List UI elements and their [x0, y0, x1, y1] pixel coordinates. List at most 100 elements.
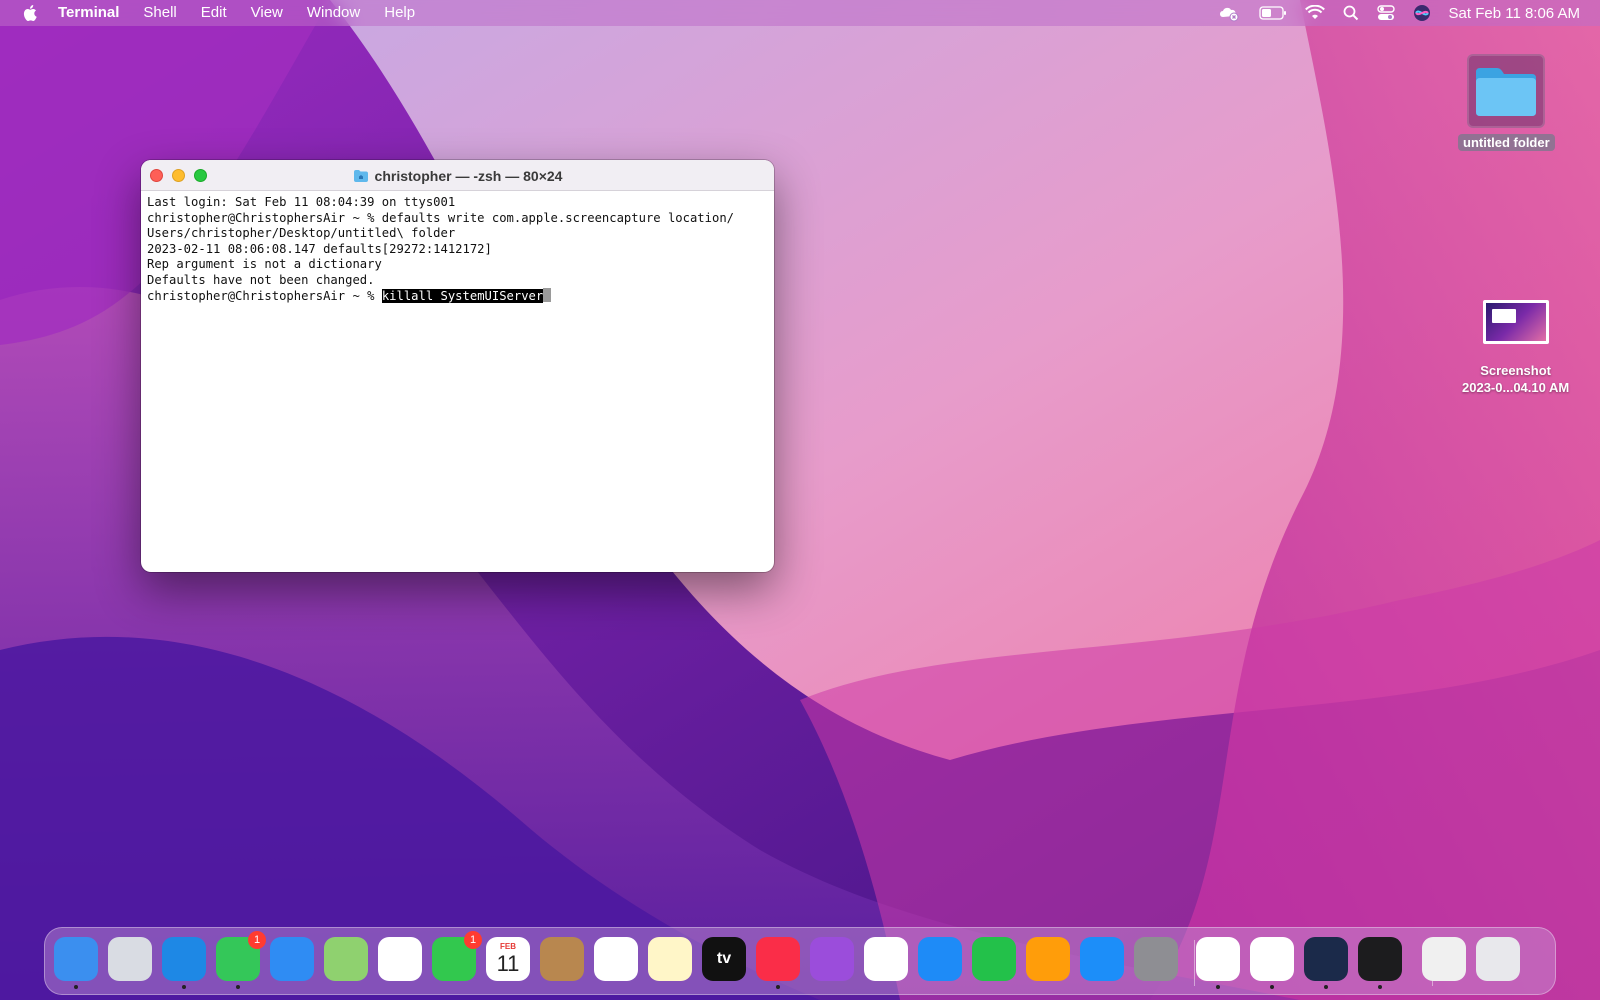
dock-app-launchpad[interactable] [108, 937, 152, 981]
terminal-prompt-line[interactable]: christopher@ChristophersAir ~ % killall … [147, 288, 768, 305]
folder-label: untitled folder [1458, 134, 1555, 151]
reminders-icon [594, 937, 638, 981]
dock-app-numbers[interactable] [972, 937, 1016, 981]
terminal-window[interactable]: christopher — -zsh — 80×24 Last login: S… [141, 160, 774, 572]
apple-menu-icon[interactable] [20, 0, 42, 26]
running-indicator [74, 985, 78, 989]
dock-app-safari[interactable] [162, 937, 206, 989]
dock-app-word[interactable] [1250, 937, 1294, 989]
dock-app-trash[interactable] [1476, 937, 1520, 981]
window-title-group: christopher — -zsh — 80×24 [141, 160, 774, 191]
system-preferences-icon [1134, 937, 1178, 981]
terminal-output[interactable]: Last login: Sat Feb 11 08:04:39 on ttys0… [141, 191, 774, 309]
home-folder-icon [353, 169, 369, 183]
dock-app-maps[interactable] [324, 937, 368, 981]
desktop-screenshot-file[interactable]: Screenshot 2023-0...04.10 AM [1462, 300, 1569, 396]
pages-icon [1026, 937, 1070, 981]
spotlight-search-icon[interactable] [1343, 5, 1359, 21]
window-title: christopher — -zsh — 80×24 [374, 167, 563, 184]
running-indicator [182, 985, 186, 989]
steam-icon [1304, 937, 1348, 981]
numbers-icon [972, 937, 1016, 981]
dock-app-music[interactable] [756, 937, 800, 989]
dock-app-reminders[interactable] [594, 937, 638, 981]
calendar-icon: FEB 11 [496, 942, 520, 976]
maps-icon [324, 937, 368, 981]
dock: 1 1 FEB 11 tv [44, 927, 1556, 995]
dock-app-system-preferences[interactable] [1134, 937, 1178, 981]
dock-app-news[interactable] [864, 937, 908, 981]
dock-app-finder[interactable] [54, 937, 98, 989]
menu-clock[interactable]: Sat Feb 11 8:06 AM [1449, 5, 1580, 22]
photos-icon [378, 937, 422, 981]
screenshot-thumbnail [1482, 300, 1549, 344]
dock-app-facetime[interactable]: 1 [432, 931, 482, 981]
screenshot-preview-icon [1422, 937, 1466, 981]
battery-icon[interactable] [1258, 6, 1287, 20]
terminal-line: Defaults have not been changed. [147, 272, 375, 287]
dock-app-mail[interactable] [270, 937, 314, 981]
word-icon [1250, 937, 1294, 981]
contacts-icon [540, 937, 584, 981]
dock-divider [1194, 940, 1195, 986]
dock-app-keynote[interactable] [918, 937, 962, 981]
running-indicator [236, 985, 240, 989]
icloud-disconnected-icon[interactable] [1217, 4, 1241, 22]
trash-icon [1476, 937, 1520, 981]
screenshot-label-line2: 2023-0...04.10 AM [1462, 380, 1570, 395]
terminal-line: Users/christopher/Desktop/untitled\ fold… [147, 226, 456, 240]
running-indicator [1324, 985, 1328, 989]
wifi-icon[interactable] [1304, 5, 1325, 21]
dock-app-photos[interactable] [378, 937, 422, 981]
running-indicator [1378, 985, 1382, 989]
terminal-titlebar[interactable]: christopher — -zsh — 80×24 [141, 160, 774, 191]
menu-help[interactable]: Help [384, 0, 415, 26]
notes-icon [648, 937, 692, 981]
notification-badge: 1 [464, 931, 482, 949]
terminal-line: christopher@ChristophersAir ~ % defaults… [147, 210, 734, 225]
news-icon [864, 937, 908, 981]
desktop-folder[interactable]: untitled folder [1458, 54, 1555, 151]
dock-app-screenshot-preview[interactable] [1422, 937, 1466, 981]
running-indicator [1216, 985, 1220, 989]
dock-app-messages[interactable]: 1 [216, 931, 266, 989]
terminal-line: 2023-02-11 08:06:08.147 defaults[29272:1… [147, 241, 492, 256]
terminal-line: Last login: Sat Feb 11 08:04:39 on ttys0… [147, 195, 456, 209]
menu-bar: Terminal Shell Edit View Window Help Sat… [0, 0, 1600, 26]
dock-app-tv[interactable]: tv [702, 937, 746, 981]
menu-view[interactable]: View [251, 0, 283, 26]
running-indicator [776, 985, 780, 989]
mail-icon [270, 937, 314, 981]
folder-icon [1467, 54, 1546, 128]
dock-app-pages[interactable] [1026, 937, 1070, 981]
menu-app-name[interactable]: Terminal [58, 0, 119, 26]
keynote-icon [918, 937, 962, 981]
menu-shell[interactable]: Shell [143, 0, 176, 26]
music-icon [756, 937, 800, 981]
dock-app-contacts[interactable] [540, 937, 584, 981]
dock-app-app-store[interactable] [1080, 937, 1124, 981]
dock-app-terminal[interactable] [1358, 937, 1402, 989]
dock-app-steam[interactable] [1304, 937, 1348, 989]
terminal-line: Rep argument is not a dictionary [147, 257, 382, 271]
siri-icon[interactable] [1413, 4, 1431, 22]
menu-window[interactable]: Window [307, 0, 360, 26]
dock-app-calendar[interactable]: FEB 11 [486, 937, 530, 981]
notification-badge: 1 [248, 931, 266, 949]
terminal-icon [1358, 937, 1402, 981]
podcasts-icon [810, 937, 854, 981]
menu-edit[interactable]: Edit [201, 0, 227, 26]
selected-command-text[interactable]: killall SystemUIServer [381, 289, 544, 303]
finder-icon [54, 937, 98, 981]
dock-app-notes[interactable] [648, 937, 692, 981]
app-store-icon [1080, 937, 1124, 981]
terminal-prompt: christopher@ChristophersAir ~ % [147, 289, 382, 303]
running-indicator [1270, 985, 1274, 989]
dock-app-chrome[interactable] [1196, 937, 1240, 989]
launchpad-icon [108, 937, 152, 981]
chrome-icon [1196, 937, 1240, 981]
dock-app-podcasts[interactable] [810, 937, 854, 981]
control-center-icon[interactable] [1376, 5, 1395, 21]
screenshot-label-line1: Screenshot [1480, 363, 1551, 378]
tv-icon: tv [716, 950, 732, 967]
